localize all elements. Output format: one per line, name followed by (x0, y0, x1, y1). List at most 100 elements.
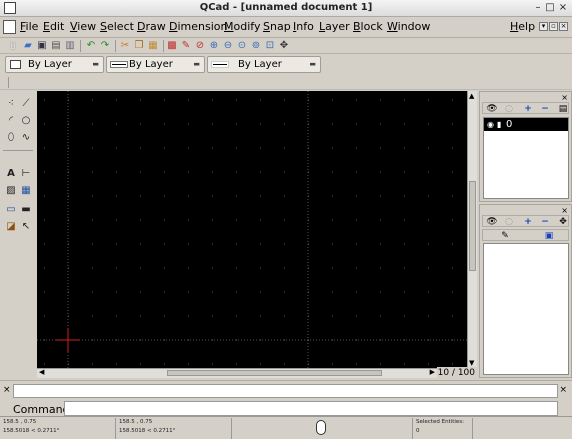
add-block-icon[interactable]: + (522, 217, 534, 227)
mdi-close-button[interactable]: × (559, 22, 568, 31)
toolbar-separator (115, 40, 116, 52)
vertical-scroll-thumb[interactable] (469, 181, 476, 271)
hide-all-blocks-icon[interactable]: ◌ (503, 217, 515, 227)
arcs-tool-icon[interactable]: ◜ (4, 114, 18, 128)
points-tool-icon[interactable]: ⁖ (4, 97, 18, 111)
layer-row[interactable]: ◉ ▮ 0 (484, 118, 568, 131)
menu-view[interactable]: View (70, 20, 96, 33)
document-icon[interactable] (3, 20, 16, 34)
menu-draw[interactable]: Draw (137, 20, 166, 33)
paste-icon[interactable]: ▦ (147, 40, 159, 52)
close-icon[interactable]: × (3, 385, 11, 395)
text-tool-icon[interactable]: A (4, 167, 18, 181)
layer-list[interactable]: ◉ ▮ 0 (483, 117, 569, 199)
pen-linetype-select[interactable]: By Layer ▬ (207, 56, 321, 73)
hatch-tool-icon[interactable]: ▨ (4, 184, 18, 198)
close-icon[interactable]: × (559, 385, 567, 395)
pen-color-value: By Layer (28, 59, 72, 70)
menu-modify[interactable]: Modify (224, 20, 260, 33)
show-all-blocks-icon[interactable]: 👁 (486, 217, 498, 227)
minimize-button[interactable]: – (532, 2, 544, 14)
dock-close-icon[interactable]: × (561, 206, 568, 215)
mdi-minimize-button[interactable]: ▾ (539, 22, 548, 31)
print-preview-icon[interactable]: ▥ (64, 40, 76, 52)
lines-tool-icon[interactable]: ⟋ (19, 97, 33, 111)
pen-color-select[interactable]: By Layer ▬ (5, 56, 104, 73)
undo-icon[interactable]: ↶ (85, 40, 97, 52)
block-settings-icon[interactable]: ✥ (557, 217, 569, 227)
info-tool-icon[interactable]: ◪ (4, 220, 18, 234)
relative-coordinates: 158.5 , 0.75 158.5018 < 0.2711° (116, 418, 232, 439)
menu-help[interactable]: Help (510, 20, 535, 33)
copy-icon[interactable]: ❐ (133, 40, 145, 52)
scroll-up-icon[interactable]: ▲ (469, 92, 474, 100)
block-list[interactable] (483, 243, 569, 375)
new-file-icon[interactable]: ▯ (7, 40, 19, 52)
horizontal-scroll-thumb[interactable] (167, 370, 382, 376)
scroll-right-icon[interactable]: ▶ (430, 368, 435, 376)
open-file-icon[interactable]: ▰ (22, 40, 34, 52)
cut-icon[interactable]: ✂ (119, 40, 131, 52)
zoom-window-icon[interactable]: ⊡ (264, 40, 276, 52)
grid-toggle-icon[interactable]: ▩ (166, 40, 178, 52)
save-file-icon[interactable]: ▣ (36, 40, 48, 52)
menu-file[interactable]: File (20, 20, 38, 33)
horizontal-scrollbar[interactable]: ◀ ▶ (37, 368, 437, 378)
draft-pen-icon[interactable]: ✎ (180, 40, 192, 52)
menu-edit[interactable]: Edit (43, 20, 64, 33)
pen-width-select[interactable]: By Layer ▬ (106, 56, 205, 73)
vertical-scrollbar[interactable]: ▲ ▼ (467, 91, 477, 368)
zoom-auto-icon[interactable]: ⊙ (236, 40, 248, 52)
abs-coord-cartesian: 158.5 , 0.75 (3, 419, 37, 425)
dock-close-icon[interactable]: × (561, 93, 568, 102)
mouse-status (232, 418, 413, 439)
zoom-previous-icon[interactable]: ⊚ (250, 40, 262, 52)
zoom-pan-icon[interactable]: ✥ (278, 40, 290, 52)
edit-layer-icon[interactable]: ▤ (557, 104, 569, 114)
dimensions-tool-icon[interactable]: ⊢ (19, 167, 33, 181)
splines-tool-icon[interactable]: ∿ (19, 131, 33, 145)
command-input[interactable] (64, 401, 558, 416)
circles-tool-icon[interactable]: ○ (19, 114, 33, 128)
chevron-down-icon: ▬ (193, 60, 200, 68)
menu-info[interactable]: Info (293, 20, 314, 33)
add-layer-icon[interactable]: + (522, 104, 534, 114)
print-icon[interactable]: ▤ (50, 40, 62, 52)
zoom-in-icon[interactable]: ⊕ (208, 40, 220, 52)
remove-block-icon[interactable]: − (539, 217, 551, 227)
redraw-icon[interactable]: ⊘ (194, 40, 206, 52)
zoom-out-icon[interactable]: ⊖ (222, 40, 234, 52)
menu-snap[interactable]: Snap (263, 20, 291, 33)
remove-layer-icon[interactable]: − (539, 104, 551, 114)
insert-block-icon[interactable]: ▣ (543, 231, 555, 241)
hide-all-layers-icon[interactable]: ◌ (503, 104, 515, 114)
layer-lock-icon[interactable]: ▮ (497, 118, 501, 131)
menu-window[interactable]: Window (387, 20, 430, 33)
menu-select[interactable]: Select (100, 20, 134, 33)
menu-block[interactable]: Block (353, 20, 383, 33)
maximize-button[interactable]: □ (544, 2, 556, 14)
close-button[interactable]: × (557, 2, 569, 14)
show-all-layers-icon[interactable]: 👁 (486, 104, 498, 114)
block-tool-icon[interactable]: ▭ (4, 203, 18, 217)
edit-block-icon[interactable]: ✎ (499, 231, 511, 241)
toolbar-handle[interactable] (8, 77, 9, 88)
selection-status: Selected Entities: 0 (413, 418, 473, 439)
option-toolbar (0, 75, 572, 90)
ellipses-tool-icon[interactable]: ⬯ (4, 131, 18, 145)
select-tool-icon[interactable]: ↖ (19, 220, 33, 234)
pen-toolbar: By Layer ▬ By Layer ▬ By Layer ▬ (0, 55, 572, 75)
modify-tool-icon[interactable]: ▬ (19, 203, 33, 217)
drawing-canvas[interactable] (37, 91, 467, 368)
menu-dimension[interactable]: Dimension (169, 20, 227, 33)
menu-bar: File Edit View Select Draw Dimension Mod… (0, 17, 572, 38)
menu-layer[interactable]: Layer (319, 20, 350, 33)
scroll-down-icon[interactable]: ▼ (469, 359, 474, 367)
mdi-restore-button[interactable]: ▫ (549, 22, 558, 31)
scroll-left-icon[interactable]: ◀ (39, 368, 44, 376)
command-history (13, 384, 558, 398)
redo-icon[interactable]: ↷ (99, 40, 111, 52)
layer-visible-icon[interactable]: ◉ (487, 118, 494, 131)
image-tool-icon[interactable]: ▦ (19, 184, 33, 198)
main-toolbar: ▯ ▰ ▣ ▤ ▥ ↶ ↷ ✂ ❐ ▦ ▩ ✎ ⊘ ⊕ ⊖ ⊙ ⊚ ⊡ ✥ (0, 38, 572, 54)
